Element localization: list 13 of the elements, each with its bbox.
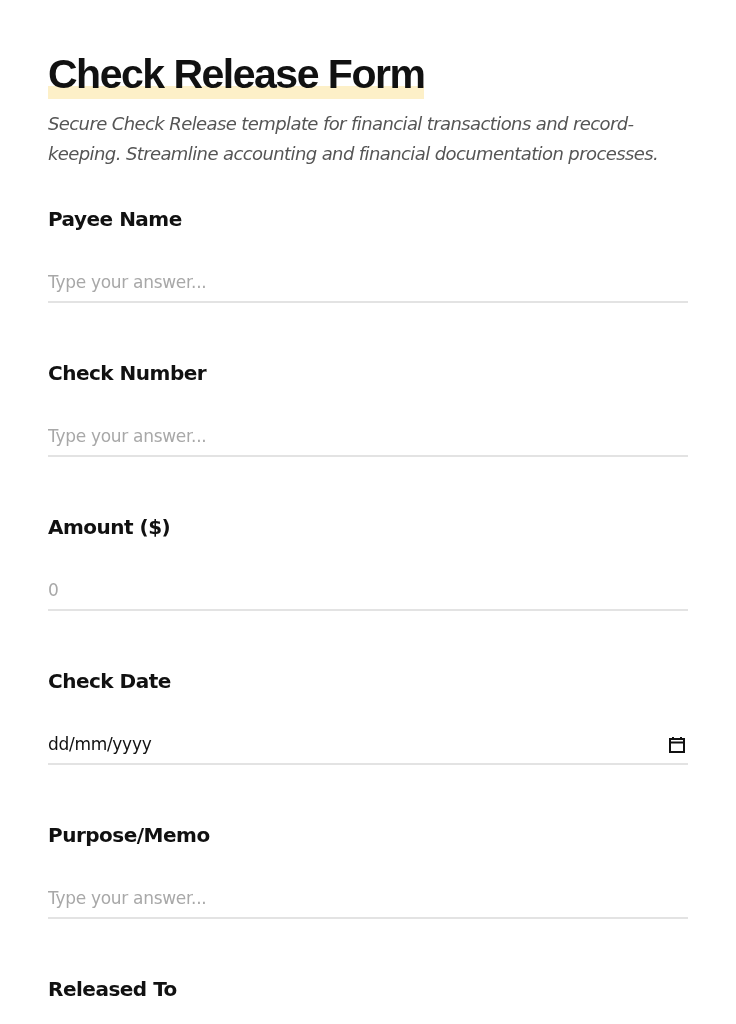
amount-field[interactable]: 0: [48, 571, 688, 612]
answer-field[interactable]: Type your answer...: [48, 417, 688, 458]
field-label: Check Number: [48, 360, 208, 388]
field-label: Check Date: [48, 668, 172, 696]
date-field[interactable]: dd/mm/yyyy: [48, 725, 688, 766]
calendar-icon[interactable]: [668, 736, 686, 755]
form-description: Secure Check Release template for financial transactions and record-keeping. Streamline accounting and financial documentation processes.: [48, 112, 660, 167]
field-label: Payee Name: [48, 206, 183, 234]
field-label: Purpose/Memo: [48, 822, 211, 850]
answer-field[interactable]: Type your answer...: [48, 879, 688, 920]
field-label: Released To: [48, 976, 178, 1004]
field-label: Amount ($): [48, 514, 172, 542]
answer-field[interactable]: Type your answer...: [48, 263, 688, 304]
